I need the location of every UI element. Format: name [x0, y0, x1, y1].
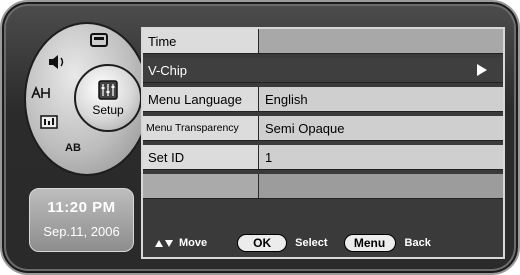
move-label: Move	[179, 237, 208, 249]
button-guide: Move OK Select Menu Back	[143, 229, 503, 257]
language-icon[interactable]: AB	[60, 138, 86, 158]
menu-item-set-id[interactable]: Set ID 1	[143, 145, 503, 170]
menu-item-empty	[143, 174, 503, 199]
input-icon[interactable]	[36, 112, 62, 132]
menu-item-label: Set ID	[143, 145, 259, 169]
back-label: Back	[404, 237, 431, 249]
menu-item-menu-transparency[interactable]: Menu Transparency Semi Opaque	[143, 116, 503, 141]
clock-time: 11:20 PM	[47, 199, 116, 216]
menu-item-value: English	[259, 87, 503, 111]
menu-button[interactable]: Menu	[343, 234, 396, 252]
clock-date: Sep.11, 2006	[43, 224, 120, 239]
clock-panel: 11:20 PM Sep.11, 2006	[29, 188, 134, 252]
menu-item-time[interactable]: Time	[143, 29, 503, 54]
picture-icon[interactable]	[86, 30, 112, 50]
setup-label: Setup	[92, 103, 124, 117]
menu-item-value: 1	[259, 145, 503, 169]
channel-icon[interactable]	[28, 82, 54, 102]
menu-item-label: Menu Language	[143, 87, 259, 111]
menu-item-value	[259, 29, 503, 53]
ok-button[interactable]: OK	[237, 234, 288, 252]
submenu-arrow-icon	[477, 64, 487, 76]
menu-item-menu-language[interactable]: Menu Language English	[143, 87, 503, 112]
setup-menu-panel: Time V-Chip Menu Language English Menu T…	[141, 27, 505, 259]
menu-item-value	[259, 174, 503, 198]
menu-item-label	[143, 174, 259, 198]
select-label: Select	[295, 237, 328, 249]
menu-item-label: Menu Transparency	[143, 116, 259, 140]
menu-item-label: Time	[143, 29, 259, 53]
language-icon-label: AB	[65, 142, 81, 154]
menu-item-v-chip[interactable]: V-Chip	[143, 58, 503, 83]
setup-hub[interactable]: Setup	[74, 64, 142, 132]
menu-item-label: V-Chip	[148, 62, 188, 78]
setup-icon	[98, 80, 118, 100]
menu-item-value: Semi Opaque	[259, 116, 503, 140]
osd-frame: AB Setup 11:20 PM Sep.11, 2006 Time V-Ch…	[0, 0, 520, 275]
move-arrows-icon	[155, 239, 173, 247]
sound-icon[interactable]	[44, 52, 70, 72]
